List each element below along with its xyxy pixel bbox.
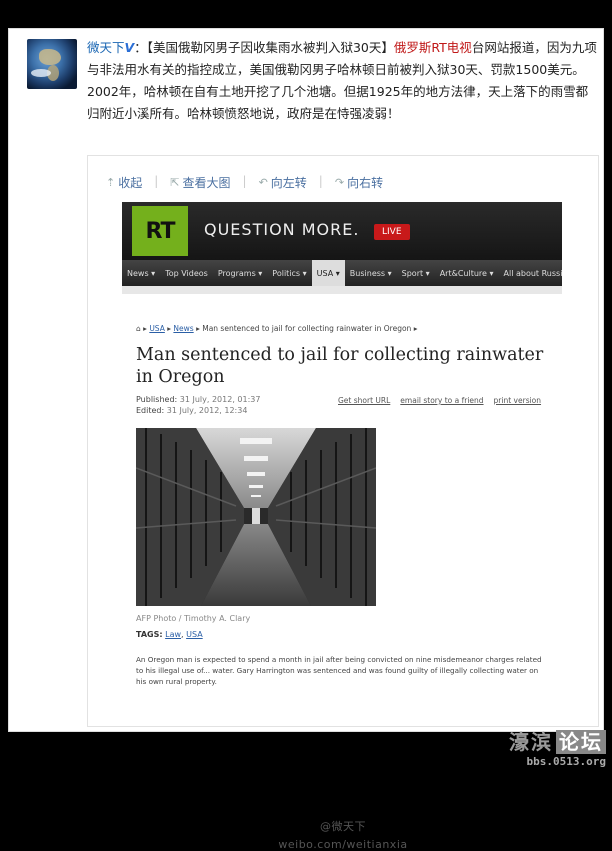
- nav-art-culture: Art&Culture ▾: [439, 268, 494, 278]
- avatar[interactable]: [27, 39, 77, 89]
- view-large-button[interactable]: ⇱ 查看大图: [170, 174, 230, 191]
- nav-usa: USA ▾: [311, 260, 345, 286]
- rotate-right-button[interactable]: ↷ 向右转: [335, 174, 383, 191]
- rotate-right-label: 向右转: [347, 176, 384, 190]
- rt-nav: News ▾ Top Videos Programs ▾ Politics ▾ …: [122, 260, 562, 286]
- nav-all-about-russia: All about Russia ▾: [503, 268, 562, 278]
- home-icon: ⌂ ▸: [136, 324, 147, 333]
- nav-programs: Programs ▾: [217, 268, 263, 278]
- rt-slogan: QUESTION MORE.: [204, 220, 360, 239]
- article-body: An Oregon man is expected to spend a mon…: [136, 655, 542, 686]
- photo-caption: AFP Photo / Timothy A. Clary: [136, 614, 251, 623]
- nav-news: News ▾: [127, 268, 156, 278]
- watermark-name: @微天下: [320, 820, 366, 833]
- post-text-part1: 【美国俄勒冈男子因收集雨水被判入狱30天】: [146, 40, 394, 55]
- rotate-left-label: 向左转: [270, 176, 307, 190]
- breadcrumb: ⌂ ▸ USA ▸ News ▸ Man sentenced to jail f…: [136, 324, 418, 333]
- live-badge: LIVE: [374, 224, 410, 240]
- collapse-button[interactable]: ⇡ 收起: [106, 174, 142, 191]
- article-tags: TAGS: Law, USA: [136, 630, 203, 639]
- rt-header: RT QUESTION MORE. LIVE: [122, 202, 562, 260]
- nav-business: Business ▾: [349, 268, 392, 278]
- post-highlight-link[interactable]: 俄罗斯RT电视: [394, 40, 472, 55]
- collapse-icon: ⇡: [106, 176, 116, 189]
- published-label: Published:: [136, 395, 178, 404]
- email-story-link: email story to a friend: [400, 396, 484, 405]
- article-meta: Published: 31 July, 2012, 01:37 Edited: …: [136, 394, 260, 416]
- post-separator: ：: [134, 40, 147, 55]
- forum-url: bbs.0513.org: [526, 755, 606, 768]
- post-text: 微天下V：【美国俄勒冈男子因收集雨水被判入狱30天】俄罗斯RT电视台网站报道，因…: [87, 37, 599, 125]
- breadcrumb-usa: USA: [149, 324, 165, 333]
- nav-sport: Sport ▾: [401, 268, 430, 278]
- share-links: Get short URL email story to a friend pr…: [338, 396, 541, 405]
- print-version-link: print version: [493, 396, 542, 405]
- prison-photo: [136, 428, 376, 606]
- collapse-label: 收起: [118, 176, 143, 190]
- watermark-url: weibo.com/weitianxia: [278, 838, 408, 851]
- forum-name-right: 论坛: [556, 730, 606, 754]
- tag-usa: USA: [186, 630, 203, 639]
- rt-logo: RT: [132, 206, 188, 256]
- image-attachment: ⇡ 收起 | ⇱ 查看大图 | ↶ 向左转 | ↷ 向右转 RT QUESTIO…: [87, 155, 599, 851]
- rotate-right-icon: ↷: [334, 176, 345, 189]
- edited-date: 31 July, 2012, 12:34: [166, 406, 248, 415]
- short-url-link: Get short URL: [338, 396, 391, 405]
- tag-law: Law: [165, 630, 182, 639]
- rt-article-screenshot[interactable]: RT QUESTION MORE. LIVE News ▾ Top Videos…: [122, 202, 562, 722]
- article-title: Man sentenced to jail for collecting rai…: [136, 345, 544, 387]
- author-name[interactable]: 微天下: [87, 40, 125, 55]
- nav-top-videos: Top Videos: [165, 268, 208, 278]
- weibo-post-card: 微天下V：【美国俄勒冈男子因收集雨水被判入狱30天】俄罗斯RT电视台网站报道，因…: [8, 28, 604, 851]
- published-date: 31 July, 2012, 01:37: [179, 395, 261, 404]
- verified-icon: V: [124, 40, 135, 55]
- view-large-label: 查看大图: [182, 176, 231, 190]
- image-toolbar: ⇡ 收起 | ⇱ 查看大图 | ↶ 向左转 | ↷ 向右转: [106, 174, 384, 191]
- nav-politics: Politics ▾: [272, 268, 307, 278]
- breadcrumb-news: News: [173, 324, 194, 333]
- forum-name-left: 濠滨: [509, 730, 553, 754]
- rotate-left-button[interactable]: ↶ 向左转: [259, 174, 307, 191]
- forum-watermark: 濠滨 论坛 bbs.0513.org: [509, 726, 606, 768]
- zoom-icon: ⇱: [170, 176, 180, 189]
- breadcrumb-current: Man sentenced to jail for collecting rai…: [202, 324, 412, 333]
- rotate-left-icon: ↶: [258, 176, 268, 189]
- edited-label: Edited:: [136, 406, 165, 415]
